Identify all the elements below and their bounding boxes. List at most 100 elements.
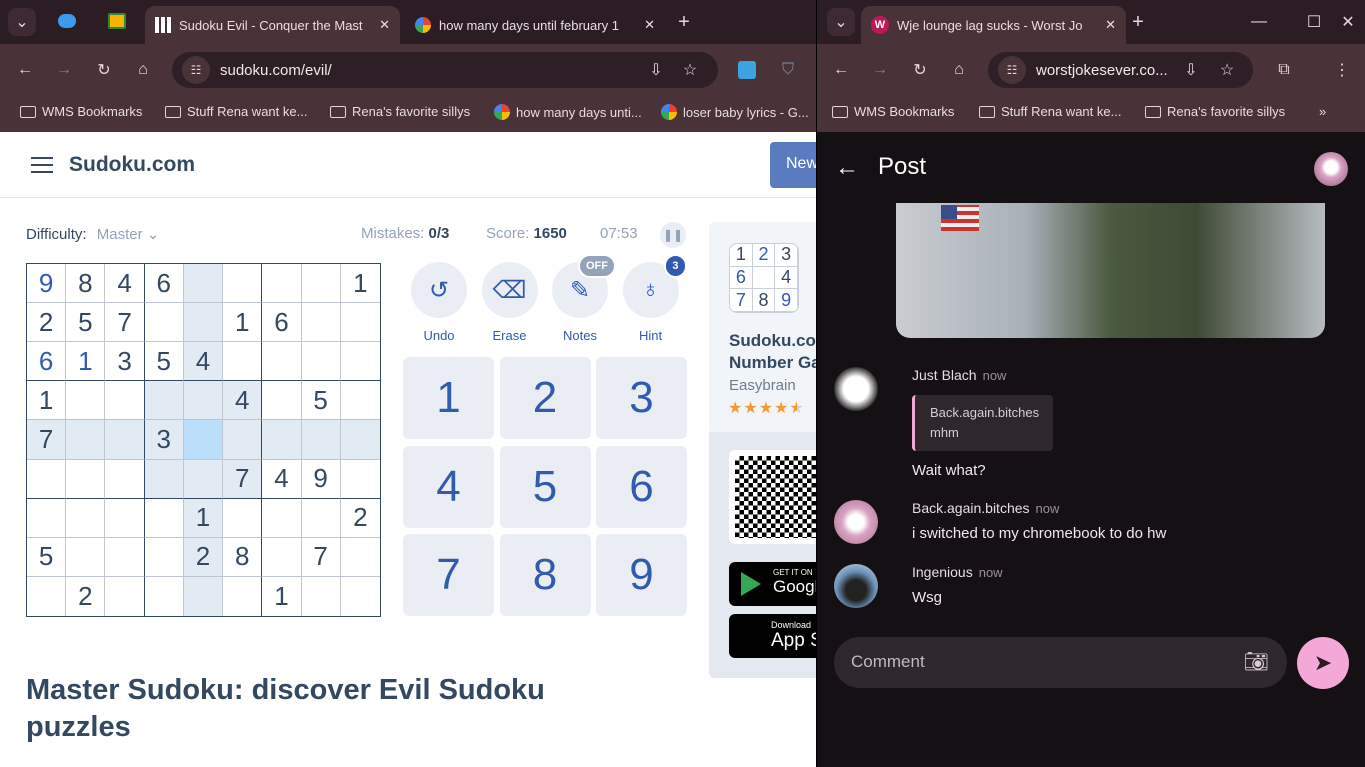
sudoku-cell[interactable]: 1 xyxy=(223,303,263,343)
sudoku-cell[interactable]: 5 xyxy=(27,537,67,577)
sudoku-cell[interactable] xyxy=(340,381,380,421)
address-bar[interactable]: ☷ worstjokesever.co... ⇩ ☆ xyxy=(988,52,1253,88)
number-button-8[interactable]: 8 xyxy=(499,534,591,616)
extension-cloud-icon[interactable] xyxy=(738,61,756,79)
sudoku-cell[interactable] xyxy=(262,537,302,577)
sudoku-cell[interactable] xyxy=(66,537,106,577)
back-icon[interactable]: ← xyxy=(827,56,855,84)
url-text[interactable]: worstjokesever.co... xyxy=(1036,62,1168,79)
commenter-name[interactable]: Ingenious xyxy=(912,564,973,580)
bookmark-item[interactable]: Stuff Rena want ke... xyxy=(165,104,307,119)
sudoku-cell[interactable]: 4 xyxy=(262,459,302,499)
undo-icon[interactable]: ↺ xyxy=(411,262,467,318)
sudoku-cell[interactable] xyxy=(66,459,106,499)
sudoku-cell[interactable] xyxy=(105,576,145,616)
app-store-button[interactable]: DownloadApp S xyxy=(729,614,816,658)
sudoku-cell[interactable]: 7 xyxy=(105,303,145,343)
install-app-icon[interactable]: ⇩ xyxy=(1177,56,1205,84)
maximize-icon[interactable]: ☐ xyxy=(1300,8,1328,36)
sudoku-cell[interactable] xyxy=(262,264,302,304)
sudoku-cell[interactable] xyxy=(340,303,380,343)
sudoku-cell[interactable]: 9 xyxy=(301,459,341,499)
install-app-icon[interactable]: ⇩ xyxy=(642,56,670,84)
pencil-icon[interactable]: ✎ OFF xyxy=(552,254,616,318)
sudoku-cell[interactable] xyxy=(262,342,302,382)
sudoku-cell[interactable] xyxy=(105,537,145,577)
user-avatar[interactable] xyxy=(1314,152,1348,186)
number-button-9[interactable]: 9 xyxy=(596,534,687,616)
sudoku-cell[interactable]: 2 xyxy=(340,499,380,538)
hint-button[interactable]: ♁ 3 Hint xyxy=(622,254,687,343)
difficulty-selector[interactable]: Difficulty: Master ⌄ xyxy=(26,225,159,243)
address-bar[interactable]: ☷ sudoku.com/evil/ ⇩ ☆ xyxy=(172,52,718,88)
forward-icon[interactable]: → xyxy=(866,56,894,84)
sudoku-cell[interactable] xyxy=(144,537,184,577)
home-icon[interactable]: ⌂ xyxy=(129,56,157,84)
commenter-avatar[interactable] xyxy=(834,500,878,544)
back-icon[interactable]: ← xyxy=(11,56,39,84)
sudoku-cell[interactable]: 7 xyxy=(27,420,67,460)
sudoku-cell[interactable]: 6 xyxy=(144,264,184,304)
sudoku-cell[interactable] xyxy=(144,459,184,499)
number-button-3[interactable]: 3 xyxy=(596,357,687,439)
sudoku-cell[interactable]: 2 xyxy=(66,576,106,616)
sudoku-cell[interactable] xyxy=(301,498,341,538)
sudoku-cell[interactable] xyxy=(183,264,224,304)
sudoku-cell[interactable] xyxy=(223,342,263,382)
number-button-6[interactable]: 6 xyxy=(596,445,687,528)
sudoku-cell[interactable] xyxy=(341,577,380,616)
sudoku-cell[interactable]: 4 xyxy=(223,381,263,421)
sudoku-cell[interactable] xyxy=(183,576,224,616)
undo-button[interactable]: ↺ Undo xyxy=(411,262,467,343)
lightbulb-icon[interactable]: ♁ 3 xyxy=(622,254,687,318)
sudoku-cell[interactable] xyxy=(262,381,302,421)
sudoku-cell[interactable] xyxy=(105,459,145,499)
sudoku-cell[interactable]: 4 xyxy=(183,342,224,382)
sudoku-cell[interactable] xyxy=(66,381,106,421)
sudoku-cell[interactable]: 2 xyxy=(27,303,67,343)
close-tab-icon[interactable]: ✕ xyxy=(644,17,655,33)
number-button-7[interactable]: 7 xyxy=(403,534,494,616)
bookmark-star-icon[interactable]: ☆ xyxy=(1213,56,1241,84)
sudoku-cell[interactable] xyxy=(301,303,341,343)
more-bookmarks-icon[interactable]: » xyxy=(1319,104,1326,119)
sudoku-cell[interactable] xyxy=(144,303,184,343)
sudoku-cell[interactable] xyxy=(262,420,302,460)
sudoku-cell[interactable] xyxy=(66,498,106,538)
bookmark-item[interactable]: Stuff Rena want ke... xyxy=(979,104,1121,119)
reload-icon[interactable]: ↻ xyxy=(906,56,934,84)
sudoku-cell[interactable] xyxy=(183,381,224,421)
sudoku-cell[interactable]: 5 xyxy=(301,381,341,421)
commenter-avatar[interactable] xyxy=(834,367,878,411)
sudoku-cell[interactable] xyxy=(105,498,145,538)
sudoku-cell[interactable] xyxy=(301,342,341,382)
sudoku-cell[interactable]: 9 xyxy=(27,264,67,304)
tab-search-button[interactable]: ⌄ xyxy=(8,8,36,36)
sudoku-cell[interactable] xyxy=(183,459,224,499)
pause-button[interactable]: ❚❚ xyxy=(660,222,686,248)
bookmark-item[interactable]: WMS Bookmarks xyxy=(832,104,954,119)
bookmark-item[interactable]: how many days unti... xyxy=(494,104,642,120)
sudoku-cell[interactable]: 5 xyxy=(66,303,106,343)
sudoku-cell[interactable] xyxy=(223,576,263,616)
sudoku-cell[interactable]: 6 xyxy=(27,342,67,382)
minimize-icon[interactable]: — xyxy=(1245,8,1273,36)
difficulty-value[interactable]: Master xyxy=(97,226,143,243)
sudoku-cell[interactable] xyxy=(262,498,302,538)
sudoku-cell[interactable]: 7 xyxy=(301,537,341,577)
sudoku-cell[interactable]: 8 xyxy=(223,537,263,577)
tab-google[interactable]: how many days until february 1 ✕ xyxy=(405,6,665,44)
site-info-icon[interactable]: ☷ xyxy=(182,56,210,84)
number-button-1[interactable]: 1 xyxy=(403,357,494,439)
sudoku-cell[interactable] xyxy=(223,498,263,538)
sudoku-cell[interactable] xyxy=(183,303,224,343)
sudoku-cell[interactable]: 4 xyxy=(105,264,145,304)
tab-worstjokes[interactable]: W Wje lounge lag sucks - Worst Jo ✕ xyxy=(861,6,1126,44)
new-tab-button[interactable]: + xyxy=(670,8,698,36)
new-tab-button[interactable]: + xyxy=(1124,8,1152,36)
forward-icon[interactable]: → xyxy=(50,56,78,84)
new-game-button[interactable]: New xyxy=(770,142,816,188)
sudoku-cell[interactable] xyxy=(340,342,380,382)
bookmark-item[interactable]: WMS Bookmarks xyxy=(20,104,142,119)
classroom-tab-icon[interactable] xyxy=(108,13,126,29)
